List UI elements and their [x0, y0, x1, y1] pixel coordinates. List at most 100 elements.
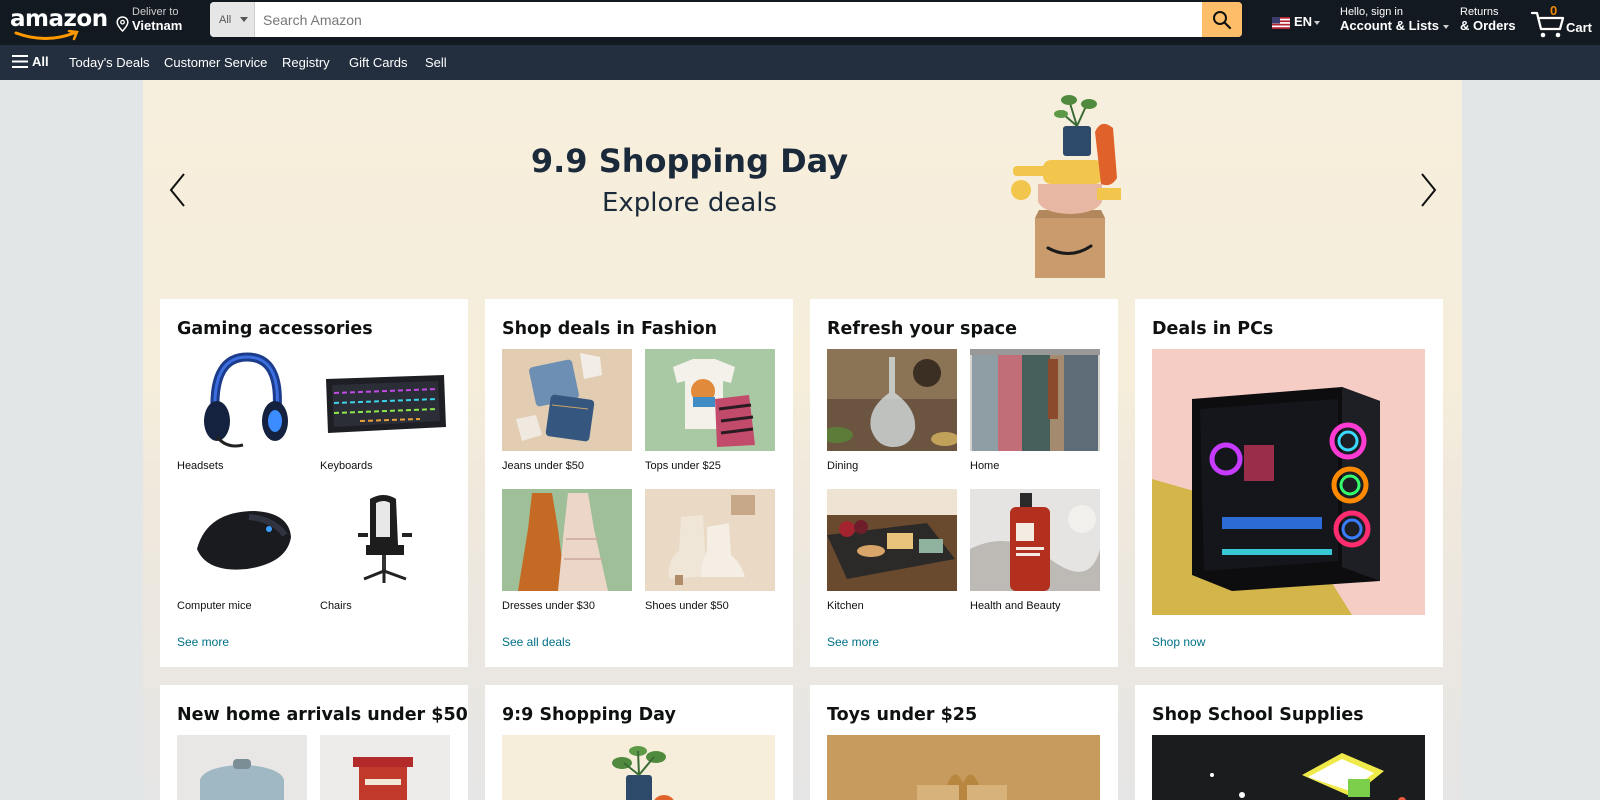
card-title: Refresh your space	[827, 319, 1018, 339]
kitchen-image	[827, 489, 957, 591]
tile-jeans[interactable]: Jeans under $50	[502, 349, 632, 472]
account-lists[interactable]: Hello, sign in Account & Lists	[1340, 6, 1449, 33]
search-category-label: All	[219, 14, 232, 26]
tile-health-beauty[interactable]: Health and Beauty	[970, 489, 1100, 612]
tile-keyboards[interactable]: Keyboards	[320, 349, 450, 472]
nav-link-registry[interactable]: Registry	[282, 55, 330, 70]
gaming-pc-image[interactable]	[1152, 349, 1425, 615]
tile-label: Chairs	[320, 600, 352, 612]
amazon-logo[interactable]: amazon	[10, 4, 108, 41]
card-title: Shop School Supplies	[1152, 705, 1364, 725]
language-selector[interactable]: EN	[1272, 14, 1321, 29]
card-grid: Headsets Keyboards Computer mice Chairs	[177, 349, 451, 612]
card-toys-under-25: Toys under $25	[810, 685, 1118, 800]
all-menu-label: All	[32, 54, 49, 69]
search-button[interactable]	[1202, 2, 1242, 37]
nav-link-gift-cards[interactable]: Gift Cards	[349, 55, 408, 70]
carousel-next-icon[interactable]	[1413, 168, 1443, 212]
card-refresh-your-space: Refresh your space Dining Home Kitchen H…	[810, 299, 1118, 667]
tile-dresses[interactable]: Dresses under $30	[502, 489, 632, 612]
search-icon	[1213, 10, 1232, 29]
deliver-country: Vietnam	[132, 18, 183, 33]
shop-now-link[interactable]: Shop now	[1152, 635, 1205, 649]
toys-image[interactable]	[827, 735, 1100, 800]
nav-link-sell[interactable]: Sell	[425, 55, 447, 70]
tile-label: Kitchen	[827, 600, 864, 612]
home-image	[970, 349, 1100, 451]
card-grid: Dining Home Kitchen Health and Beauty	[821, 349, 1101, 612]
tile-label: Dining	[827, 460, 859, 472]
returns-orders[interactable]: Returns & Orders	[1460, 6, 1516, 33]
tile-label: Keyboards	[320, 460, 373, 472]
nav-link-customer-service[interactable]: Customer Service	[164, 55, 267, 70]
card-fashion-deals: Shop deals in Fashion Jeans under $50 To…	[485, 299, 793, 667]
tile-shoes[interactable]: Shoes under $50	[645, 489, 775, 612]
smile-arrow-icon	[14, 30, 79, 41]
card-grid: Jeans under $50 Tops under $25 Dresses u…	[502, 349, 776, 612]
tile-home[interactable]: Home	[970, 349, 1100, 472]
returns-label: Returns	[1460, 6, 1499, 18]
hamburger-menu-icon	[12, 55, 28, 68]
tile-label: Tops under $25	[645, 460, 721, 472]
chevron-down-icon	[240, 17, 248, 22]
tile-label: Computer mice	[177, 600, 252, 612]
search-category-dropdown[interactable]: All	[210, 2, 255, 37]
tile-headsets[interactable]: Headsets	[177, 349, 307, 472]
home-arrivals-images[interactable]	[177, 735, 450, 800]
chair-image	[320, 489, 450, 591]
cart-label: Cart	[1566, 20, 1593, 35]
see-all-deals-link[interactable]: See all deals	[502, 635, 571, 649]
orders-label: & Orders	[1460, 18, 1516, 33]
shopping-day-image[interactable]	[502, 735, 775, 800]
account-label-row: Account & Lists	[1340, 18, 1449, 33]
tile-tops[interactable]: Tops under $25	[645, 349, 775, 472]
see-more-link[interactable]: See more	[177, 635, 229, 649]
tops-image	[645, 349, 775, 451]
school-supplies-image[interactable]	[1152, 735, 1425, 800]
location-pin-icon	[116, 16, 129, 32]
cart-button[interactable]: 0 Cart	[1530, 3, 1596, 41]
tile-label: Shoes under $50	[645, 600, 729, 612]
card-title: Shop deals in Fashion	[502, 319, 718, 339]
card-title: Gaming accessories	[177, 319, 373, 339]
jeans-image	[502, 349, 632, 451]
cart-icon	[1530, 11, 1565, 38]
card-title: Toys under $25	[827, 705, 978, 725]
card-shopping-day: 9:9 Shopping Day	[485, 685, 793, 800]
beauty-image	[970, 489, 1100, 591]
language-code: EN	[1294, 14, 1313, 29]
top-nav: amazon Deliver to Vietnam All Search Ama…	[0, 0, 1600, 45]
nav-link-todays-deals[interactable]: Today's Deals	[69, 55, 150, 70]
dining-image	[821, 349, 959, 451]
card-gaming-accessories: Gaming accessories Headsets Keyboards Co…	[160, 299, 468, 667]
search-bar: All	[210, 2, 1242, 37]
tile-dining[interactable]: Dining	[821, 349, 959, 472]
mouse-image	[177, 489, 307, 591]
card-deals-in-pcs: Deals in PCs Shop now	[1135, 299, 1443, 667]
logo-text: amazon	[10, 6, 108, 32]
card-title: 9:9 Shopping Day	[502, 705, 676, 725]
tile-label: Jeans under $50	[502, 460, 584, 472]
keyboard-image	[320, 349, 450, 451]
us-flag-icon	[1272, 16, 1290, 29]
deliver-label: Deliver to	[132, 6, 179, 18]
search-input[interactable]	[255, 2, 1202, 37]
hero-product-stack-image	[1011, 95, 1121, 278]
tile-chairs[interactable]: Chairs	[320, 489, 450, 612]
tile-label: Health and Beauty	[970, 600, 1061, 612]
all-menu-button[interactable]: All	[12, 54, 49, 69]
account-label: Account & Lists	[1340, 18, 1439, 33]
tile-kitchen[interactable]: Kitchen	[827, 489, 957, 612]
account-greeting: Hello, sign in	[1340, 6, 1403, 18]
sub-nav: All Today's Deals Customer Service Regis…	[0, 45, 1600, 80]
card-new-home-arrivals: New home arrivals under $50	[160, 685, 468, 800]
tile-computer-mice[interactable]: Computer mice	[177, 489, 307, 612]
shoes-image	[645, 489, 775, 591]
headset-image	[177, 349, 307, 451]
chevron-down-icon	[1314, 20, 1321, 25]
card-title: New home arrivals under $50	[177, 705, 468, 725]
card-school-supplies: Shop School Supplies	[1135, 685, 1443, 800]
tile-label: Home	[970, 460, 1000, 472]
see-more-link[interactable]: See more	[827, 635, 879, 649]
carousel-prev-icon[interactable]	[163, 168, 193, 212]
